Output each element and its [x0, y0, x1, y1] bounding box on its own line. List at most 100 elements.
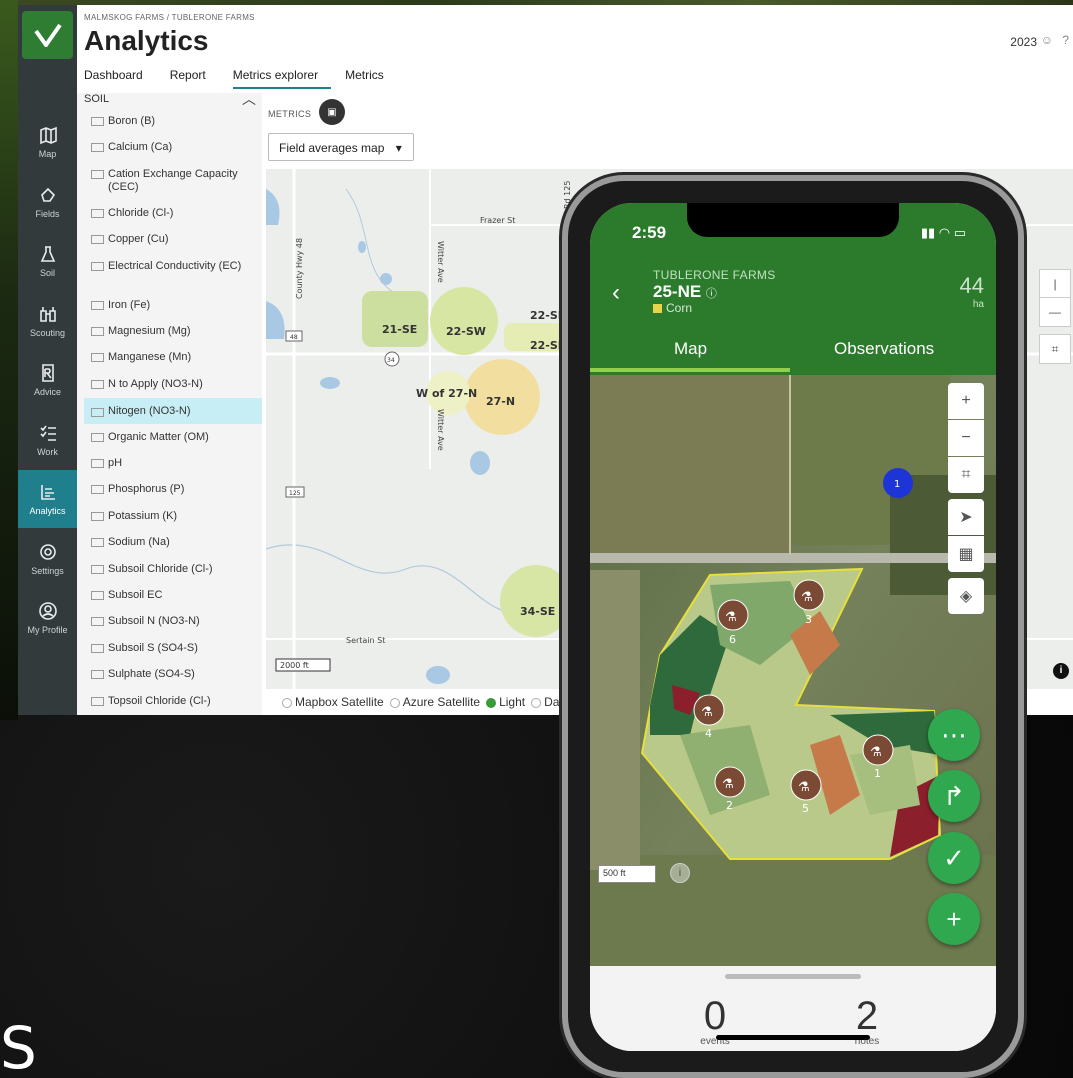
layers-icon[interactable]: ◈	[948, 578, 984, 614]
app-logo[interactable]	[22, 11, 73, 59]
metric-type-icon	[91, 300, 104, 310]
soil-metric-label: Sodium (Na)	[108, 536, 170, 549]
soil-metric-item[interactable]: Chloride (Cl-)	[91, 207, 261, 220]
tab-observations[interactable]: Observations	[834, 339, 934, 359]
field-name-text: 25-NE	[653, 282, 702, 301]
sidebar-item-analytics[interactable]: Analytics	[18, 470, 77, 528]
soil-metric-item[interactable]: N to Apply (NO3-N)	[91, 378, 261, 391]
fit-extent-icon[interactable]: ⌗	[948, 457, 984, 493]
soil-metric-item[interactable]: Cation Exchange Capacity (CEC)	[91, 168, 261, 194]
map-type-select[interactable]: Field averages map ▾	[268, 133, 414, 161]
soil-metric-item[interactable]: Subsoil Chloride (Cl-)	[91, 563, 261, 576]
info-circle-icon[interactable]: ⓘ	[706, 288, 717, 300]
sidebar-item-label: My Profile	[27, 625, 68, 635]
field-name[interactable]: 25-NE ⓘ	[653, 282, 717, 302]
soil-metric-item[interactable]: Sodium (Na)	[91, 536, 261, 549]
map-layers-book-icon[interactable]: ▦	[948, 536, 984, 572]
basemap-option[interactable]: Mapbox Satellite	[282, 695, 384, 709]
road-label: Sertain St	[346, 636, 385, 645]
soil-metric-item[interactable]: Sulphate (SO4-S)	[91, 668, 261, 681]
metric-type-icon	[91, 117, 104, 126]
help-icon[interactable]: ?	[1062, 33, 1069, 47]
soil-metric-item[interactable]: Phosphorus (P)	[91, 483, 261, 496]
zoom-in-button[interactable]: |	[1039, 269, 1071, 299]
svg-text:48: 48	[290, 334, 298, 341]
soil-metric-label: Cation Exchange Capacity (CEC)	[108, 167, 238, 193]
soil-metric-item[interactable]: Subsoil N (NO3-N)	[91, 615, 261, 628]
sidebar-item-scouting[interactable]: Scouting	[18, 292, 77, 350]
sidebar-item-label: Work	[37, 446, 58, 457]
soil-metric-item[interactable]: Boron (B)	[91, 115, 261, 128]
tab-map[interactable]: Map	[674, 339, 707, 359]
map-info-icon[interactable]: i	[1053, 663, 1069, 679]
soil-metric-item[interactable]: pH	[91, 457, 261, 470]
soil-metric-item[interactable]: Calcium (Ca)	[91, 141, 261, 154]
soil-metric-item[interactable]: Topsoil Chloride (Cl-)	[91, 695, 261, 708]
road	[590, 553, 996, 563]
checkmark-logo-icon	[33, 23, 62, 47]
soil-metric-label: Iron (Fe)	[108, 298, 151, 311]
flask-icon	[40, 246, 55, 262]
satellite-map[interactable]: 1 ⚗ 6 ⚗ 3 ⚗ 4 ⚗ 1 ⚗ 2 ⚗ 5 + − ⌗ ➤ ▦ ◈ ⋯ …	[590, 375, 996, 968]
soil-metric-item[interactable]: Subsoil EC	[91, 589, 261, 602]
add-button[interactable]: +	[928, 893, 980, 945]
soil-metric-label: pH	[108, 457, 123, 469]
pond-shape	[470, 451, 490, 475]
sidebar-item-map[interactable]: Map	[18, 113, 77, 171]
locate-icon[interactable]: ➤	[948, 499, 984, 535]
sidebar: Map Fields Soil Scouting Advice Work Analytics…	[18, 5, 77, 715]
tab-dashboard[interactable]: Dashboard	[84, 68, 156, 89]
back-icon[interactable]: ‹	[612, 279, 620, 307]
year-selector[interactable]: 2023	[1010, 35, 1037, 49]
field-21-se[interactable]	[362, 291, 428, 347]
sidebar-item-settings[interactable]: Settings	[18, 530, 77, 588]
basemap-option[interactable]: Azure Satellite	[389, 695, 480, 709]
sidebar-item-advice[interactable]: Advice	[18, 351, 77, 409]
sidebar-item-soil[interactable]: Soil	[18, 232, 77, 290]
checklist-icon	[39, 425, 56, 441]
tab-report[interactable]: Report	[170, 68, 219, 89]
tab-metrics[interactable]: Metrics	[345, 68, 397, 89]
soil-metric-item[interactable]: Subsoil S (SO4-S)	[91, 642, 261, 655]
more-options-button[interactable]: ⋯	[928, 709, 980, 761]
gear-icon	[39, 543, 56, 560]
zoom-out-button[interactable]: —	[1039, 297, 1071, 327]
field-22-sw[interactable]	[430, 287, 498, 355]
soil-metric-item[interactable]: Nitogen (NO3-N)	[84, 398, 262, 425]
save-metrics-button[interactable]: ▣	[319, 99, 345, 125]
breadcrumb: MALMSKOG FARMS / TUBLERONE FARMS	[84, 13, 255, 22]
navigate-button[interactable]: ↱	[928, 770, 980, 822]
svg-text:125: 125	[289, 490, 301, 497]
sheet-drag-handle[interactable]	[725, 974, 861, 979]
soil-metric-item[interactable]: Potassium (K)	[91, 510, 261, 523]
zoom-in-button[interactable]: +	[948, 383, 984, 419]
soil-metric-item[interactable]: Electrical Conductivity (EC)	[91, 260, 261, 273]
soil-metric-item[interactable]: Copper (Cu)	[91, 233, 261, 246]
smile-icon[interactable]: ☺	[1041, 33, 1053, 47]
crop-label: Corn	[653, 301, 692, 315]
field-label: 27-N	[486, 395, 515, 408]
zoom-out-button[interactable]: −	[948, 420, 984, 456]
soil-metric-item[interactable]: Organic Matter (OM)	[91, 431, 261, 444]
metric-type-icon	[91, 670, 104, 680]
sidebar-item-work[interactable]: Work	[18, 411, 77, 469]
chevron-up-icon[interactable]: ︿	[242, 89, 256, 109]
sidebar-item-label: Soil	[39, 268, 55, 278]
soil-metric-item[interactable]: Magnesium (Mg)	[91, 325, 261, 338]
sidebar-item-fields[interactable]: Fields	[18, 173, 77, 231]
sidebar-item-my-profile[interactable]: My Profile	[18, 589, 77, 647]
info-icon[interactable]: i	[670, 863, 690, 883]
basemap-option[interactable]: Light	[486, 695, 525, 709]
notes-count: 2	[855, 994, 879, 1038]
tab-metrics-explorer[interactable]: Metrics explorer	[232, 68, 332, 89]
soil-metric-item[interactable]: Iron (Fe)	[91, 299, 261, 312]
svg-text:3: 3	[805, 613, 812, 626]
basemap-option[interactable]: Dar	[531, 695, 563, 709]
basemap-label: Mapbox Satellite	[295, 695, 384, 709]
complete-button[interactable]: ✓	[928, 832, 980, 884]
home-indicator[interactable]	[716, 1035, 870, 1040]
fit-extent-button[interactable]: ⌗	[1039, 334, 1071, 364]
soil-metric-label: N to Apply (NO3-N)	[108, 377, 203, 390]
soil-metric-item[interactable]: Manganese (Mn)	[91, 351, 261, 364]
field-label: 22-SE	[530, 339, 565, 352]
